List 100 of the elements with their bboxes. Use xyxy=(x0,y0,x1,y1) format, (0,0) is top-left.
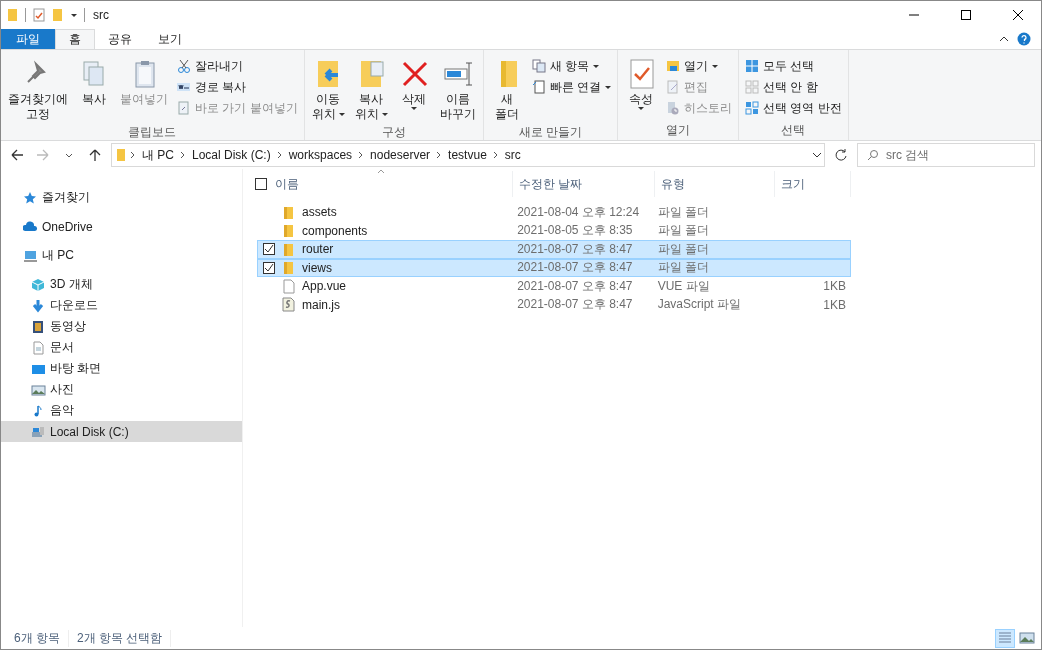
nav-item[interactable]: 문서 xyxy=(1,337,242,358)
chevron-icon xyxy=(358,151,365,159)
window-title: src xyxy=(93,8,110,22)
history-icon xyxy=(666,101,680,115)
file-name: views xyxy=(302,260,332,275)
ribbon-tab[interactable]: 보기 xyxy=(145,29,195,49)
ribbon-button[interactable]: 이동 위치 xyxy=(307,54,349,124)
file-name: assets xyxy=(302,205,337,220)
folder-icon xyxy=(281,260,296,276)
folder-icon xyxy=(116,148,126,162)
nav-item[interactable]: 내 PC xyxy=(1,245,242,266)
file-type: 파일 폴더 xyxy=(656,240,710,258)
breadcrumb[interactable]: testvue xyxy=(446,148,489,162)
folder-icon xyxy=(281,223,296,239)
column-header[interactable]: 크기 xyxy=(775,171,851,197)
star-icon xyxy=(23,190,38,205)
maximize-icon xyxy=(961,10,971,20)
file-type: VUE 파일 xyxy=(656,277,711,295)
search-field[interactable]: src 검색 xyxy=(857,143,1035,167)
file-icon xyxy=(281,278,296,294)
row-checkbox[interactable] xyxy=(263,261,275,274)
help-icon[interactable] xyxy=(1017,32,1031,46)
ribbon-button[interactable]: 즐겨찾기에 고정 xyxy=(4,54,72,124)
ribbon-button[interactable]: 이름 바꾸기 xyxy=(435,54,480,124)
cube-icon xyxy=(31,277,46,292)
ribbon-button[interactable]: 복사 위치 xyxy=(350,54,392,124)
group-label: 열기 xyxy=(665,122,691,139)
date-modified: 2021-08-07 오후 8:47 xyxy=(516,259,634,277)
path-icon xyxy=(177,80,191,94)
file-name: App.vue xyxy=(302,279,347,294)
breadcrumb[interactable]: nodeserver xyxy=(368,148,433,162)
group-label: 새로 만들기 xyxy=(517,124,583,140)
file-row[interactable]: App.vue 2021-08-07 오후 8:47 VUE 파일 1KB xyxy=(257,277,851,296)
nav-item[interactable]: 음악 xyxy=(1,400,242,421)
film-icon xyxy=(31,319,46,334)
breadcrumb[interactable]: workspaces xyxy=(286,148,355,162)
group-label: 클립보드 xyxy=(127,124,178,140)
chevron-icon xyxy=(180,151,186,159)
breadcrumb[interactable]: Local Disk (C:) xyxy=(190,148,273,162)
column-header[interactable]: 수정한 날짜 xyxy=(513,171,655,197)
cloud-icon xyxy=(23,219,38,234)
dropdown-icon[interactable] xyxy=(70,11,78,19)
breadcrumb[interactable]: 내 PC xyxy=(140,146,176,164)
details-view-icon xyxy=(997,630,1013,646)
large-icons-view-icon xyxy=(1019,630,1035,646)
folder-icon xyxy=(281,204,296,220)
nav-item[interactable]: 3D 개체 xyxy=(1,274,242,295)
shortcut-icon xyxy=(177,101,191,115)
ribbon-button[interactable]: 빠른 연결 xyxy=(528,77,614,97)
ribbon-button[interactable]: 열기 xyxy=(663,56,735,76)
file-row[interactable]: main.js 2021-08-07 오후 8:47 JavaScript 파일 1KB xyxy=(257,295,851,314)
nav-item[interactable]: OneDrive xyxy=(1,216,242,237)
drive-icon xyxy=(31,424,46,439)
column-header[interactable]: 이름 xyxy=(275,175,299,193)
file-row[interactable]: router 2021-08-07 오후 8:47 파일 폴더 xyxy=(257,240,851,259)
open-folder-icon xyxy=(666,59,680,73)
script-file-icon xyxy=(281,297,296,313)
grid-icon xyxy=(745,101,759,115)
ribbon-button[interactable]: 복사 xyxy=(74,54,114,124)
select-all-checkbox[interactable] xyxy=(255,178,267,190)
collapse-ribbon-icon[interactable] xyxy=(999,35,1009,43)
ribbon-button[interactable]: 새 항목 xyxy=(528,56,614,76)
ribbon-button[interactable]: 새 폴더 xyxy=(486,54,527,124)
file-row[interactable]: components 2021-08-05 오후 8:35 파일 폴더 xyxy=(257,221,851,240)
breadcrumb[interactable]: src xyxy=(502,148,523,162)
ribbon-button[interactable]: 모두 선택 xyxy=(742,56,845,76)
sort-ascending-icon xyxy=(377,169,385,174)
ribbon-tab[interactable]: 홈 xyxy=(55,29,95,49)
nav-item[interactable]: 바탕 화면 xyxy=(1,358,242,379)
folder-icon xyxy=(7,8,19,22)
ribbon-tab[interactable]: 공유 xyxy=(95,29,145,49)
address-bar[interactable]: 내 PC Local Disk (C:) workspaces nodeserver testvue src xyxy=(111,143,825,167)
date-modified: 2021-08-07 오후 8:47 xyxy=(516,277,634,295)
properties-icon[interactable] xyxy=(32,8,46,22)
file-tab[interactable]: 파일 xyxy=(1,29,55,49)
file-row[interactable]: assets 2021-08-04 오후 12:24 파일 폴더 xyxy=(257,203,851,222)
file-type: 파일 폴더 xyxy=(656,259,710,277)
nav-item[interactable]: 사진 xyxy=(1,379,242,400)
image-icon xyxy=(31,382,46,397)
grid-icon xyxy=(745,80,759,94)
file-type: JavaScript 파일 xyxy=(656,296,742,314)
nav-item[interactable]: 즐겨찾기 xyxy=(1,187,242,208)
close-icon xyxy=(1013,10,1023,20)
ribbon-button[interactable]: 잘라내기 xyxy=(174,56,301,76)
ribbon-button[interactable]: 선택 안 함 xyxy=(742,77,845,97)
nav-item[interactable]: 동영상 xyxy=(1,316,242,337)
file-type: 파일 폴더 xyxy=(656,203,710,221)
column-header[interactable]: 유형 xyxy=(655,171,775,197)
date-modified: 2021-08-07 오후 8:47 xyxy=(516,296,634,314)
ribbon-button[interactable]: 속성 xyxy=(621,54,661,122)
ribbon-button[interactable]: 삭제 xyxy=(393,54,434,124)
nav-item[interactable]: Local Disk (C:) xyxy=(1,421,242,442)
refresh-icon xyxy=(834,148,848,162)
row-checkbox[interactable] xyxy=(263,243,275,256)
ribbon-button[interactable]: 경로 복사 xyxy=(174,77,301,97)
ribbon-button[interactable]: 선택 영역 반전 xyxy=(742,98,845,118)
file-name: main.js xyxy=(302,297,340,312)
nav-item[interactable]: 다운로드 xyxy=(1,295,242,316)
file-type: 파일 폴더 xyxy=(656,222,710,240)
download-icon xyxy=(31,298,46,313)
